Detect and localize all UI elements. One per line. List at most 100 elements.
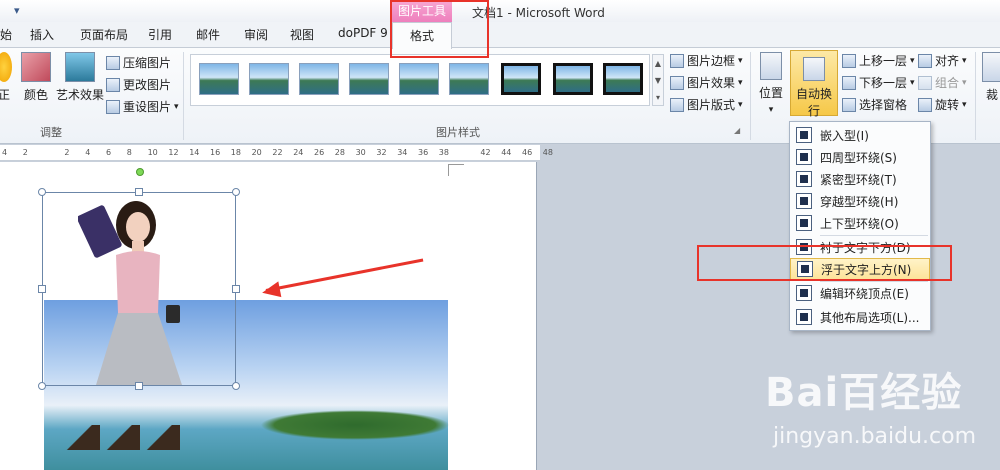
color-button[interactable]: 颜色 [20, 52, 52, 103]
ruler-tick: 4 [2, 148, 8, 157]
ruler-tick: 2 [22, 148, 28, 157]
resize-handle[interactable] [38, 188, 46, 196]
style-thumb[interactable] [399, 63, 439, 95]
square-wrap-icon [796, 149, 812, 165]
resize-handle[interactable] [232, 382, 240, 390]
corrections-button[interactable]: 正 [0, 52, 14, 103]
ruler-tick: 8 [126, 148, 132, 157]
ruler-tick: 42 [480, 148, 491, 157]
layout-options-icon [796, 309, 812, 325]
gallery-scroll[interactable]: ▲ ▼ ▾ [652, 54, 664, 106]
picture-effects-button[interactable]: 图片效果 ▾ [670, 74, 743, 91]
send-backward-icon [842, 75, 856, 90]
ruler-tick: 6 [106, 148, 112, 157]
hut-graphic [60, 425, 100, 450]
crop-button[interactable]: 裁 [980, 52, 1000, 103]
style-thumb[interactable] [603, 63, 643, 95]
change-picture-icon [106, 77, 120, 92]
change-picture-button[interactable]: 更改图片 [106, 76, 171, 93]
resize-handle[interactable] [232, 188, 240, 196]
align-icon [918, 53, 932, 68]
group-label-adjust: 调整 [40, 126, 62, 139]
bring-forward-icon [842, 53, 856, 68]
style-thumb[interactable] [349, 63, 389, 95]
style-thumb[interactable] [199, 63, 239, 95]
rotate-icon [918, 97, 932, 112]
horizontal-ruler[interactable]: 4 2 2 4 6 8 10 12 14 16 18 20 22 24 26 28 30 32 34 36 38 42 44… [0, 145, 553, 161]
tight-wrap-icon [796, 171, 812, 187]
separator [975, 52, 976, 140]
resize-handle[interactable] [38, 382, 46, 390]
resize-handle[interactable] [135, 188, 143, 196]
quick-access-dropdown[interactable]: ▾ [14, 4, 20, 17]
tab-mailings[interactable]: 邮件 [196, 26, 220, 43]
tab-review[interactable]: 审阅 [244, 26, 268, 43]
menu-item-edit-wrap-points[interactable]: 编辑环绕顶点(E) [790, 282, 930, 304]
style-thumb[interactable] [249, 63, 289, 95]
tab-format[interactable]: 格式 [392, 22, 452, 49]
through-wrap-icon [796, 193, 812, 209]
bring-forward-button[interactable]: 上移一层 ▾ [842, 52, 915, 69]
tab-view[interactable]: 视图 [290, 26, 314, 43]
menu-item-tight[interactable]: 紧密型环绕(T) [790, 168, 930, 190]
picture-border-button[interactable]: 图片边框 ▾ [670, 52, 743, 69]
window-title: 文档1 - Microsoft Word [472, 6, 605, 20]
tab-insert[interactable]: 插入 [30, 26, 54, 43]
ruler-tick: 2 [64, 148, 70, 157]
color-icon [21, 52, 51, 82]
group-label-picture-styles: 图片样式 [436, 126, 480, 139]
ruler-tick: 24 [293, 148, 304, 157]
ruler-tick: 26 [314, 148, 325, 157]
edit-wrap-points-icon [796, 285, 812, 301]
compress-pictures-button[interactable]: 压缩图片 [106, 54, 171, 71]
resize-handle[interactable] [38, 285, 46, 293]
watermark-url: jingyan.baidu.com [773, 424, 977, 449]
ruler-tick: 12 [168, 148, 179, 157]
tab-page-layout[interactable]: 页面布局 [80, 26, 128, 43]
watermark-logo: Bai百经验 [765, 370, 963, 416]
rotate-button[interactable]: 旋转 ▾ [918, 96, 967, 113]
ruler-tick: 48 [542, 148, 553, 157]
picture-styles-gallery[interactable] [190, 54, 650, 106]
wrap-text-menu: 嵌入型(I) 四周型环绕(S) 紧密型环绕(T) 穿越型环绕(H) 上下型环绕(… [789, 121, 931, 331]
style-thumb[interactable] [553, 63, 593, 95]
menu-item-inline[interactable]: 嵌入型(I) [790, 124, 930, 146]
sun-icon [0, 52, 12, 82]
reset-picture-button[interactable]: 重设图片 ▾ [106, 98, 179, 115]
separator [183, 52, 184, 140]
ruler-tick: 14 [189, 148, 200, 157]
page-corner-mark [448, 164, 464, 176]
style-thumb[interactable] [299, 63, 339, 95]
compress-icon [106, 55, 120, 70]
ruler-tick: 38 [438, 148, 449, 157]
rotate-handle[interactable] [136, 168, 144, 176]
send-backward-button[interactable]: 下移一层 ▾ [842, 74, 915, 91]
menu-item-square[interactable]: 四周型环绕(S) [790, 146, 930, 168]
inline-icon [796, 127, 812, 143]
picture-layout-icon [670, 97, 684, 112]
tab-home[interactable]: 始 [0, 26, 12, 43]
separator [750, 52, 751, 140]
selection-pane-button[interactable]: 选择窗格 [842, 96, 907, 113]
menu-item-more-layout-options[interactable]: 其他布局选项(L)... [790, 306, 930, 328]
menu-item-through[interactable]: 穿越型环绕(H) [790, 190, 930, 212]
artistic-effects-button[interactable]: 艺术效果 [56, 52, 104, 103]
tab-dopdf[interactable]: doPDF 9 [338, 26, 388, 40]
resize-handle[interactable] [232, 285, 240, 293]
position-button[interactable]: 位置 ▾ [756, 52, 786, 115]
menu-item-top-bottom[interactable]: 上下型环绕(O) [790, 212, 930, 234]
group-button[interactable]: 组合 ▾ [918, 74, 967, 91]
picture-effects-icon [670, 75, 684, 90]
ruler-tick: 32 [376, 148, 387, 157]
tab-references[interactable]: 引用 [148, 26, 172, 43]
dialog-launcher-icon[interactable]: ◢ [734, 126, 740, 135]
align-button[interactable]: 对齐 ▾ [918, 52, 967, 69]
wrap-text-button[interactable]: 自动换行▾ [790, 50, 838, 133]
hut-graphic [140, 425, 180, 450]
picture-layout-button[interactable]: 图片版式 ▾ [670, 96, 743, 113]
resize-handle[interactable] [135, 382, 143, 390]
ruler-tick: 22 [272, 148, 283, 157]
style-thumb[interactable] [449, 63, 489, 95]
style-thumb[interactable] [501, 63, 541, 95]
baidu-jingyan-watermark: Bai百经验 jingyan.baidu.com [765, 360, 976, 449]
